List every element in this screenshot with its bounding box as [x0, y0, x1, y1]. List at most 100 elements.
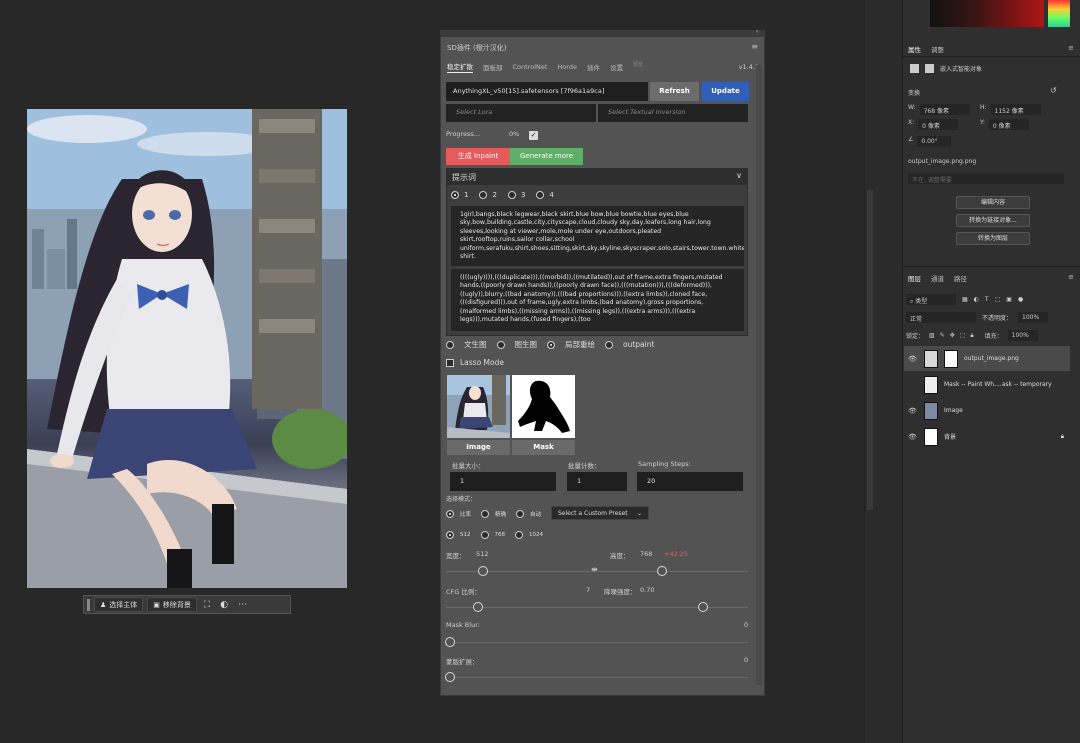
eye-icon[interactable]: 👁︎ [908, 355, 918, 363]
sampling-steps-input[interactable]: 20 [637, 472, 743, 491]
tab-properties[interactable]: 属性 [908, 44, 921, 54]
chevron-down-icon[interactable]: ∨ [736, 171, 742, 180]
x-field[interactable]: 0 像素 [918, 119, 959, 130]
negative-prompt-textarea[interactable]: ((((ugly)))),(((duplicate))),((morbid)),… [451, 269, 744, 331]
custom-preset-select[interactable]: Select a Custom Preset ⌄ [551, 506, 649, 520]
mode-radio-img2img[interactable] [496, 340, 505, 349]
size-radio-768[interactable] [480, 531, 489, 539]
tab-settings[interactable]: 设置 [610, 62, 623, 72]
collapse-icon[interactable]: « [755, 28, 759, 35]
lock-pixels-icon[interactable]: ▧ [929, 332, 935, 339]
filter-shape-icon[interactable]: ⬚ [995, 296, 1001, 303]
transform-icon[interactable]: ⛶ [201, 600, 213, 610]
textual-inversion-select[interactable]: Select Textual Inversion [598, 104, 748, 122]
canvas-image[interactable] [27, 109, 347, 588]
refresh-button[interactable]: Refresh [650, 82, 699, 101]
tab-extensions[interactable]: 插件 [587, 62, 600, 72]
width-field[interactable]: 768 像素 [919, 104, 970, 115]
dock-scrollbar[interactable] [867, 190, 873, 510]
eye-icon[interactable]: 👁︎ [908, 433, 918, 441]
init-image-thumbnail[interactable]: Image [447, 375, 510, 455]
layer-row[interactable]: Mask -- Paint Wh....ask -- temporary [904, 372, 1070, 397]
lora-select[interactable]: Select Lora [446, 104, 596, 122]
prompt-slot-radio[interactable] [451, 191, 459, 199]
batch-count-input[interactable]: 1 [567, 472, 627, 491]
link-icon[interactable]: ⇼ [591, 565, 598, 574]
generate-inpaint-button[interactable]: 生成 Inpaint [446, 148, 510, 165]
convert-to-linked-button[interactable]: 转换为链接对象... [956, 214, 1030, 227]
panel-scrollbar[interactable] [756, 65, 762, 685]
convert-to-layers-button[interactable]: 转换为图层 [956, 232, 1030, 245]
angle-field[interactable]: 0.00° [917, 136, 952, 147]
precise-radio[interactable] [481, 510, 490, 518]
filter-smart-icon[interactable]: ▣ [1006, 296, 1012, 303]
more-icon[interactable]: ⋯ [235, 600, 250, 610]
prompt-slot-radio[interactable] [536, 191, 545, 199]
size-radio-1024[interactable] [515, 531, 523, 539]
tab-channels[interactable]: 通道 [931, 273, 944, 283]
positive-prompt-textarea[interactable]: 1girl,bangs,black legwear,black skirt,bl… [451, 206, 744, 266]
cfg-slider-knob[interactable] [473, 602, 483, 612]
tab-horde[interactable]: Horde [557, 63, 577, 71]
y-field[interactable]: 0 像素 [988, 119, 1029, 130]
lasso-checkbox[interactable] [446, 358, 454, 367]
batch-size-input[interactable]: 1 [450, 472, 556, 491]
tab-panel[interactable]: 面板部 [483, 62, 503, 72]
select-subject-button[interactable]: ♟ 选择主体 [94, 597, 144, 612]
hue-slider[interactable] [1048, 0, 1070, 27]
model-select[interactable]: AnythingXL_v50[15].safetensors [7f96a1a9… [446, 82, 648, 101]
blend-mode-select[interactable]: 正常 [906, 312, 976, 323]
lock-move-icon[interactable]: ✥ [950, 332, 955, 339]
mask-blur-slider-knob[interactable] [445, 637, 455, 647]
mode-radio-outpaint[interactable] [605, 340, 613, 349]
height-slider-knob[interactable] [657, 566, 667, 576]
adjust-icon[interactable]: ◐ [217, 600, 231, 610]
ratio-radio[interactable] [446, 510, 454, 518]
lock-artboard-icon[interactable]: ⬚ [960, 332, 966, 339]
filter-type-icon[interactable]: T [985, 296, 989, 303]
lock-paint-icon[interactable]: ✎ [940, 332, 945, 339]
filter-pixel-icon[interactable]: ▦ [962, 296, 968, 303]
layer-row[interactable]: 👁︎ 背景 🔒︎ [904, 424, 1070, 449]
layer-comp-field[interactable]: 不在..调整需要 [908, 173, 1064, 184]
layer-kind-filter[interactable]: ⌕ 类型 [906, 294, 956, 305]
progress-checkbox[interactable]: ✓ [529, 131, 538, 140]
layer-row[interactable]: 👁︎ output_image.png [904, 346, 1070, 371]
mask-thumbnail[interactable]: Mask [512, 375, 575, 455]
lock-all-icon[interactable]: 🔒︎ [970, 332, 973, 340]
mask-expand-slider-knob[interactable] [445, 672, 455, 682]
opacity-field[interactable]: 100% [1018, 312, 1049, 323]
tab-stable-diffusion[interactable]: 稳定扩散 [447, 61, 473, 73]
properties-menu-icon[interactable]: ≡ [1068, 44, 1074, 52]
mode-radio-txt2img[interactable] [446, 340, 454, 349]
update-button[interactable]: Update [702, 82, 749, 101]
tab-layers[interactable]: 图层 [908, 273, 921, 283]
edit-contents-button[interactable]: 编辑内容 [956, 196, 1030, 209]
auto-radio[interactable] [516, 510, 525, 518]
tab-controlnet[interactable]: ControlNet [513, 63, 548, 71]
lasso-mode-toggle[interactable]: Lasso Mode [446, 358, 504, 367]
eye-icon[interactable]: 👁︎ [908, 407, 918, 415]
generate-more-button[interactable]: Generate more [510, 148, 583, 165]
tab-paths[interactable]: 路径 [954, 273, 967, 283]
panel-menu-icon[interactable]: ≡ [751, 42, 758, 51]
color-picker-field[interactable] [930, 0, 1044, 27]
layer-row[interactable]: 👁︎ Image [904, 398, 1070, 423]
prompt-header[interactable]: 提示词 ∨ [447, 169, 747, 185]
tab-preview[interactable]: 预览 [633, 61, 643, 68]
filter-toggle-icon[interactable]: ● [1018, 296, 1023, 303]
mask-blur-slider-track[interactable] [446, 642, 748, 643]
reset-icon[interactable]: ↺ [1050, 86, 1057, 95]
width-slider-knob[interactable] [478, 566, 488, 576]
mask-expand-slider-track[interactable] [446, 677, 748, 678]
drag-handle[interactable] [87, 598, 90, 611]
denoise-slider-knob[interactable] [698, 602, 708, 612]
fill-field[interactable]: 100% [1007, 330, 1038, 341]
filter-adjust-icon[interactable]: ◐ [974, 296, 979, 303]
tab-adjustments[interactable]: 调整 [931, 44, 944, 54]
mode-radio-inpaint[interactable] [547, 340, 555, 349]
prompt-slot-radio[interactable] [479, 191, 488, 199]
size-radio-512[interactable] [446, 531, 454, 539]
height-field[interactable]: 1152 像素 [990, 104, 1041, 115]
remove-background-button[interactable]: ▣ 移除背景 [147, 597, 197, 612]
